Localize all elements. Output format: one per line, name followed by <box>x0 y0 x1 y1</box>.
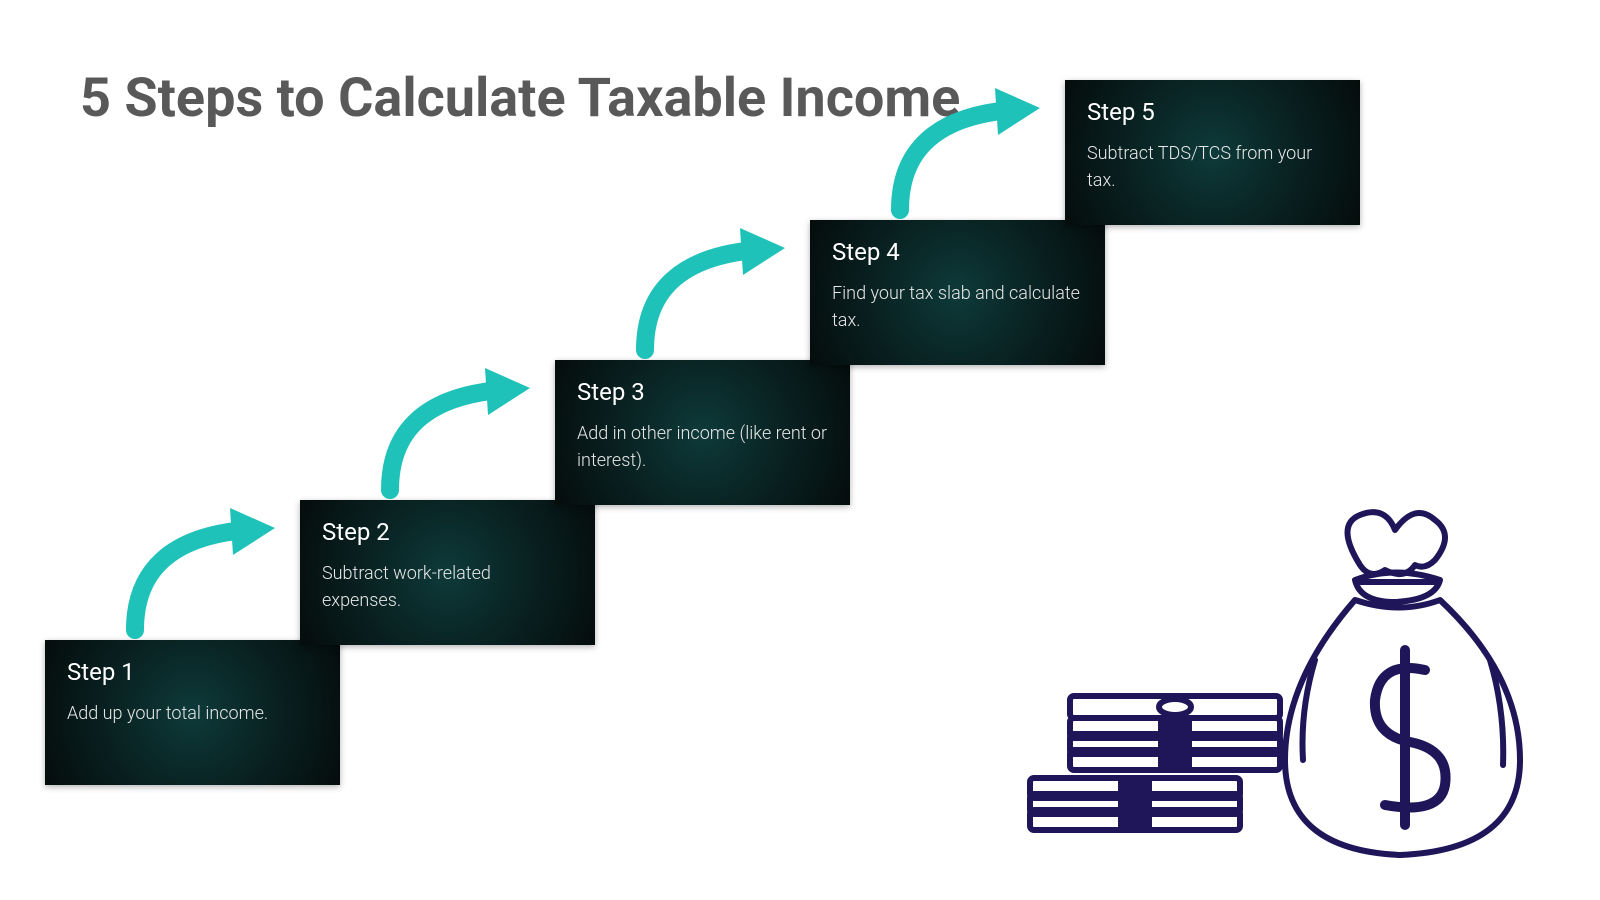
arrow-icon <box>880 80 1070 230</box>
money-bag-icon <box>1020 500 1540 880</box>
step-description: Add in other income (like rent or intere… <box>577 420 828 474</box>
step-card-5: Step 5 Subtract TDS/TCS from your tax. <box>1065 80 1360 225</box>
step-label: Step 5 <box>1087 98 1338 126</box>
step-description: Add up your total income. <box>67 700 318 727</box>
step-description: Find your tax slab and calculate tax. <box>832 280 1083 334</box>
step-card-2: Step 2 Subtract work-related expenses. <box>300 500 595 645</box>
step-label: Step 3 <box>577 378 828 406</box>
diagram-title: 5 Steps to Calculate Taxable Income <box>80 65 960 133</box>
arrow-icon <box>625 220 815 370</box>
step-description: Subtract work-related expenses. <box>322 560 573 614</box>
step-label: Step 2 <box>322 518 573 546</box>
arrow-icon <box>370 360 560 510</box>
step-label: Step 1 <box>67 658 318 686</box>
step-card-3: Step 3 Add in other income (like rent or… <box>555 360 850 505</box>
step-card-4: Step 4 Find your tax slab and calculate … <box>810 220 1105 365</box>
arrow-icon <box>115 500 305 650</box>
step-card-1: Step 1 Add up your total income. <box>45 640 340 785</box>
step-label: Step 4 <box>832 238 1083 266</box>
step-description: Subtract TDS/TCS from your tax. <box>1087 140 1338 194</box>
